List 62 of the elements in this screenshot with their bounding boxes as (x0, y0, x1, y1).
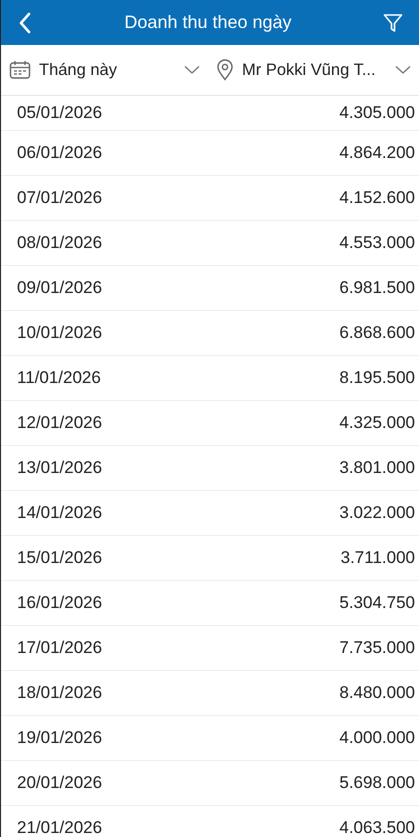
revenue-row[interactable]: 13/01/2026 3.801.000 (1, 446, 419, 491)
revenue-row[interactable]: 15/01/2026 3.711.000 (1, 536, 419, 581)
date-text: 21/01/2026 (17, 817, 102, 837)
revenue-amount: 5.304.750 (339, 592, 415, 614)
date-text: 10/01/2026 (17, 322, 102, 344)
revenue-amount: 4.553.000 (339, 232, 415, 254)
revenue-row[interactable]: 19/01/2026 4.000.000 (1, 716, 419, 761)
filter-icon[interactable] (383, 12, 403, 32)
date-text: 11/01/2026 (17, 367, 101, 390)
date-text: 18/01/2026 (17, 682, 102, 704)
chevron-down-icon (184, 65, 200, 75)
date-text: 14/01/2026 (17, 502, 102, 524)
revenue-row[interactable]: 09/01/2026 6.981.500 (1, 266, 419, 311)
period-dropdown[interactable]: Tháng này (1, 58, 216, 82)
date-text: 09/01/2026 (17, 277, 102, 300)
date-text: 06/01/2026 (17, 142, 102, 164)
revenue-amount: 5.698.000 (339, 772, 415, 794)
calendar-icon (9, 60, 31, 80)
date-text: 07/01/2026 (17, 187, 102, 210)
date-text: 13/01/2026 (17, 457, 102, 480)
date-text: 19/01/2026 (17, 727, 102, 750)
revenue-row[interactable]: 08/01/2026 4.553.000 (1, 221, 419, 266)
revenue-row[interactable]: 10/01/2026 6.868.600 (1, 311, 419, 356)
chevron-down-icon (395, 65, 411, 75)
date-text: 17/01/2026 (17, 637, 102, 660)
date-text: 15/01/2026 (17, 547, 102, 570)
revenue-amount: 4.325.000 (339, 412, 415, 434)
revenue-row[interactable]: 14/01/2026 3.022.000 (1, 491, 419, 536)
revenue-amount: 3.022.000 (339, 502, 415, 524)
store-name: Mr Pokki Vũng T... (242, 60, 377, 81)
date-text: 20/01/2026 (17, 772, 102, 794)
revenue-amount: 4.063.500 (339, 817, 415, 837)
store-dropdown[interactable]: Mr Pokki Vũng T... (216, 58, 419, 82)
revenue-row[interactable]: 17/01/2026 7.735.000 (1, 626, 419, 671)
revenue-row[interactable]: 06/01/2026 4.864.200 (1, 131, 419, 176)
date-text: 16/01/2026 (17, 592, 102, 614)
revenue-row[interactable]: 21/01/2026 4.063.500 (1, 806, 419, 837)
revenue-row[interactable]: 11/01/2026 8.195.500 (1, 356, 419, 401)
revenue-row[interactable]: 05/01/2026 4.305.000 (1, 96, 419, 131)
back-icon[interactable] (17, 12, 33, 34)
revenue-amount: 8.480.000 (339, 682, 415, 704)
revenue-row[interactable]: 18/01/2026 8.480.000 (1, 671, 419, 716)
revenue-amount: 7.735.000 (339, 637, 415, 660)
revenue-amount: 4.000.000 (339, 727, 415, 750)
revenue-row[interactable]: 12/01/2026 4.325.000 (1, 401, 419, 446)
revenue-amount: 6.868.600 (339, 322, 415, 344)
revenue-amount: 4.152.600 (339, 187, 415, 210)
period-label: Tháng này (39, 60, 118, 81)
location-pin-icon (216, 59, 234, 81)
date-text: 12/01/2026 (17, 412, 102, 434)
revenue-amount: 3.711.000 (340, 547, 415, 570)
revenue-amount: 6.981.500 (339, 277, 415, 300)
revenue-amount: 4.305.000 (339, 102, 415, 124)
revenue-row[interactable]: 07/01/2026 4.152.600 (1, 176, 419, 221)
revenue-amount: 3.801.000 (339, 457, 415, 480)
date-text: 05/01/2026 (17, 102, 102, 124)
revenue-row[interactable]: 20/01/2026 5.698.000 (1, 761, 419, 806)
revenue-amount: 8.195.500 (339, 367, 415, 390)
date-text: 08/01/2026 (17, 232, 102, 254)
screen-title: Doanh thu theo ngày (124, 12, 292, 32)
revenue-amount: 4.864.200 (339, 142, 415, 164)
revenue-row[interactable]: 16/01/2026 5.304.750 (1, 581, 419, 626)
